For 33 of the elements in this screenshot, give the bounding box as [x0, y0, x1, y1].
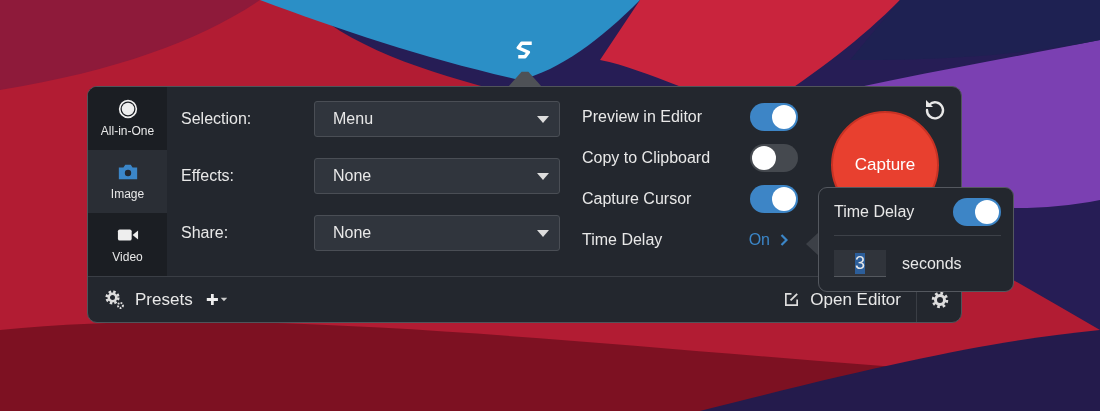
- edit-icon[interactable]: [783, 291, 801, 308]
- caret-icon: [537, 115, 549, 123]
- option-label: Preview in Editor: [582, 108, 704, 126]
- chevron-icon[interactable]: [780, 234, 788, 246]
- mode-tab[interactable]: Image: [88, 150, 167, 213]
- toggle-switch[interactable]: [750, 103, 798, 131]
- toggle-switch[interactable]: [750, 185, 798, 213]
- input-field[interactable]: 3: [834, 250, 886, 277]
- gears-icon[interactable]: [105, 289, 125, 310]
- dropdown[interactable]: None: [314, 215, 560, 251]
- option-label: Capture Cursor: [582, 190, 693, 208]
- dropdown[interactable]: Menu: [314, 101, 560, 137]
- logo-icon[interactable]: [516, 41, 534, 59]
- field-label: Selection:: [181, 110, 253, 128]
- option-label: Copy to Clipboard: [582, 149, 712, 167]
- field-label: Share:: [181, 224, 230, 242]
- dropdown[interactable]: None: [314, 158, 560, 194]
- unit-label: seconds: [902, 254, 962, 273]
- add-preset-icon[interactable]: [204, 293, 229, 306]
- option-label: Time Delay: [582, 231, 664, 249]
- option-label: Time Delay: [834, 203, 916, 221]
- circle-icon: [116, 99, 139, 119]
- caret-icon: [537, 229, 549, 237]
- settings-icon[interactable]: [931, 290, 949, 309]
- field-label: Effects:: [181, 167, 236, 185]
- delay-link[interactable]: On: [748, 231, 770, 249]
- reset-icon[interactable]: [923, 97, 947, 121]
- toggle-switch[interactable]: [750, 144, 798, 172]
- presets-button[interactable]: Presets: [125, 289, 203, 310]
- camera-icon: [116, 162, 139, 182]
- caret-icon: [537, 172, 549, 180]
- open-editor-button[interactable]: Open Editor: [800, 289, 911, 310]
- toggle-switch[interactable]: [953, 198, 1001, 226]
